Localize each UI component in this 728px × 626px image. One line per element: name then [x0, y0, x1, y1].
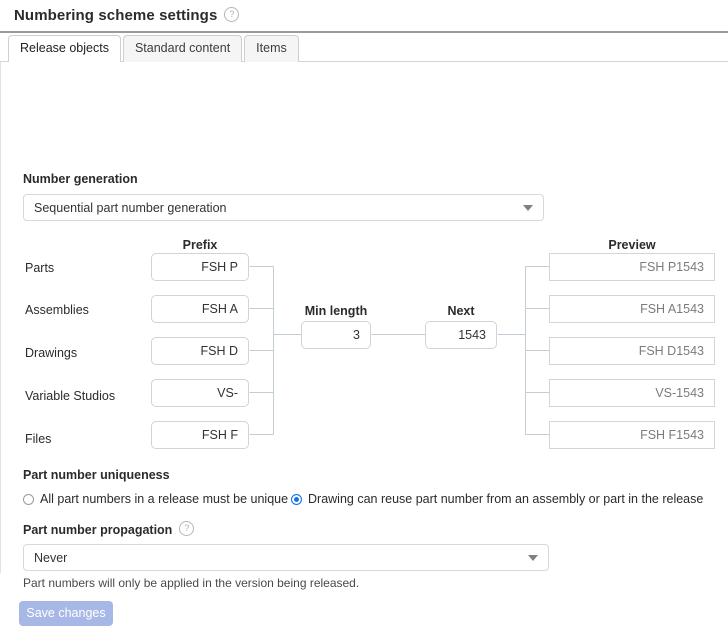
number-generation-label: Number generation	[23, 172, 138, 186]
tab-items[interactable]: Items	[244, 35, 299, 62]
prefix-input-files[interactable]: FSH F	[151, 421, 249, 449]
page-title: Numbering scheme settings	[14, 7, 218, 24]
page-header: Numbering scheme settings ?	[0, 0, 728, 31]
number-generation-value: Sequential part number generation	[34, 200, 227, 215]
radio-all-unique-label: All part numbers in a release must be un…	[40, 492, 289, 506]
tab-standard-content[interactable]: Standard content	[122, 35, 243, 62]
radio-drawing-reuse[interactable]: Drawing can reuse part number from an as…	[291, 492, 703, 506]
tab-release-objects[interactable]: Release objects	[8, 35, 121, 62]
column-header-min-length: Min length	[304, 304, 368, 318]
preview-field-files: FSH F1543	[549, 421, 715, 449]
preview-field-parts: FSH P1543	[549, 253, 715, 281]
propagation-hint-text: Part numbers will only be applied in the…	[23, 576, 360, 590]
min-length-input[interactable]: 3	[301, 321, 371, 349]
settings-panel: Number generation Sequential part number…	[0, 62, 728, 626]
radio-drawing-reuse-label: Drawing can reuse part number from an as…	[308, 492, 704, 506]
chevron-down-icon	[523, 204, 533, 211]
part-number-propagation-label: Part number propagation ?	[23, 521, 195, 537]
radio-all-unique[interactable]: All part numbers in a release must be un…	[23, 492, 288, 506]
row-label-variable-studios: Variable Studios	[25, 389, 116, 403]
preview-field-drawings: FSH D1543	[549, 337, 715, 365]
propagation-select[interactable]: Never	[23, 544, 549, 571]
tab-bar: Release objects Standard content Items	[0, 33, 728, 62]
column-header-preview: Preview	[608, 238, 656, 252]
row-label-drawings: Drawings	[25, 346, 78, 360]
preview-field-variable-studios: VS-1543	[549, 379, 715, 407]
part-number-uniqueness-label: Part number uniqueness	[23, 468, 170, 482]
save-changes-button[interactable]: Save changes	[19, 601, 113, 626]
row-label-files: Files	[25, 432, 52, 446]
number-generation-select[interactable]: Sequential part number generation	[23, 194, 544, 221]
propagation-help-circle-icon[interactable]: ?	[179, 521, 195, 536]
preview-field-assemblies: FSH A1543	[549, 295, 715, 323]
propagation-value: Never	[34, 550, 68, 565]
radio-drawing-reuse-dot	[291, 493, 302, 505]
column-header-next: Next	[447, 304, 475, 318]
row-label-parts: Parts	[25, 261, 55, 275]
prefix-input-assemblies[interactable]: FSH A	[151, 295, 249, 323]
radio-all-unique-dot	[23, 493, 34, 505]
prefix-input-drawings[interactable]: FSH D	[151, 337, 249, 365]
prefix-input-variable-studios[interactable]: VS-	[151, 379, 249, 407]
part-number-propagation-text: Part number propagation	[23, 522, 173, 537]
column-header-prefix: Prefix	[182, 238, 218, 252]
next-number-input[interactable]: 1543	[425, 321, 497, 349]
prefix-input-parts[interactable]: FSH P	[151, 253, 249, 281]
row-label-assemblies: Assemblies	[25, 303, 89, 317]
help-circle-icon[interactable]: ?	[224, 7, 240, 22]
chevron-down-icon	[528, 554, 538, 561]
